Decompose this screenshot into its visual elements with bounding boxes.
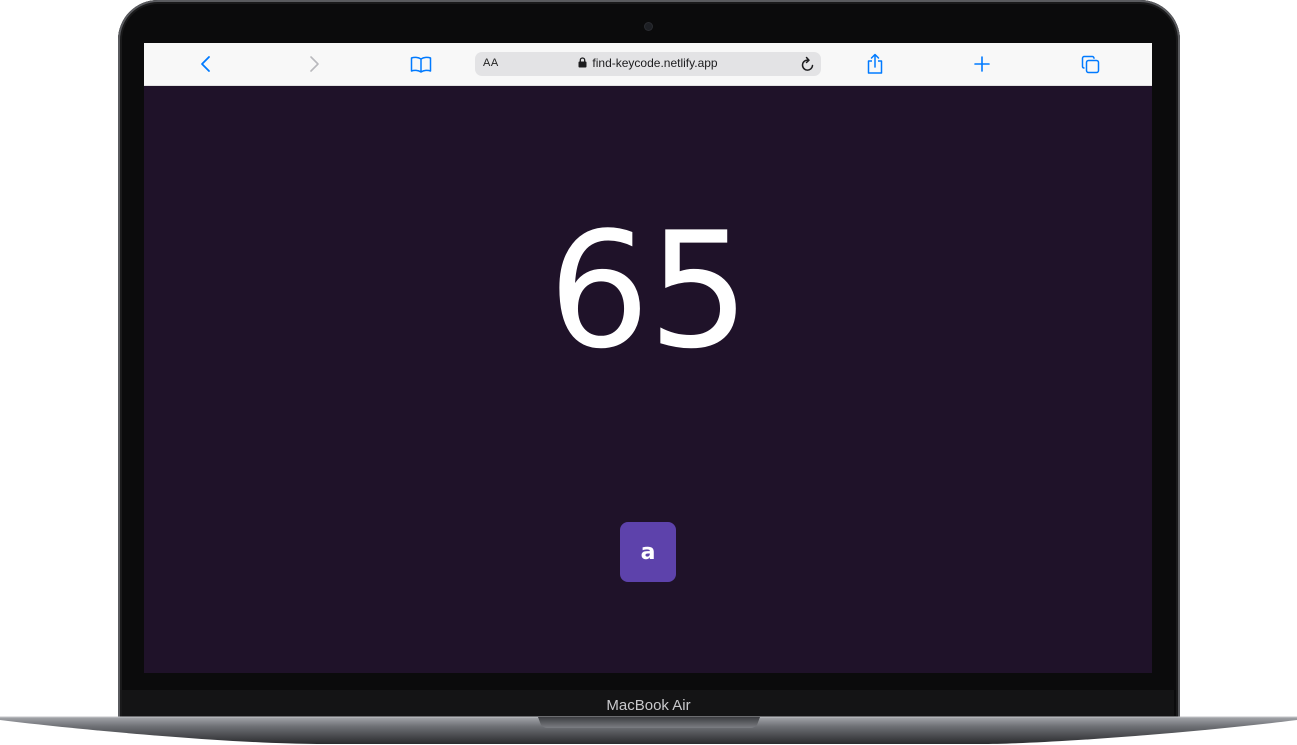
back-icon: [201, 56, 210, 72]
bookmarks-icon: [410, 56, 432, 73]
browser-toolbar: AA find-keycode.netlify.app: [144, 43, 1152, 86]
tabs-icon: [1081, 55, 1099, 73]
forward-icon: [310, 56, 319, 72]
laptop-base: [0, 716, 1297, 744]
reload-icon: [801, 56, 814, 71]
back-button[interactable]: [194, 52, 218, 76]
new-tab-icon: [974, 56, 990, 72]
pressed-key[interactable]: a: [620, 522, 676, 582]
share-button[interactable]: [863, 52, 887, 76]
screen: AA find-keycode.netlify.app 65 a: [144, 43, 1152, 673]
share-icon: [867, 53, 883, 74]
device-brand-label: MacBook Air: [606, 697, 691, 714]
laptop-frame: AA find-keycode.netlify.app 65 a MacBook…: [0, 0, 1297, 745]
tabs-button[interactable]: [1078, 52, 1102, 76]
url-text: find-keycode.netlify.app: [592, 56, 718, 70]
new-tab-button[interactable]: [970, 52, 994, 76]
bookmarks-button[interactable]: [409, 52, 433, 76]
reload-button[interactable]: [799, 55, 817, 73]
lock-icon: [578, 57, 587, 68]
address-bar[interactable]: AA find-keycode.netlify.app: [475, 52, 821, 76]
url-display: find-keycode.netlify.app: [475, 56, 821, 70]
camera-icon: [645, 23, 652, 30]
forward-button[interactable]: [302, 52, 326, 76]
keycode-display: 65: [548, 197, 750, 384]
